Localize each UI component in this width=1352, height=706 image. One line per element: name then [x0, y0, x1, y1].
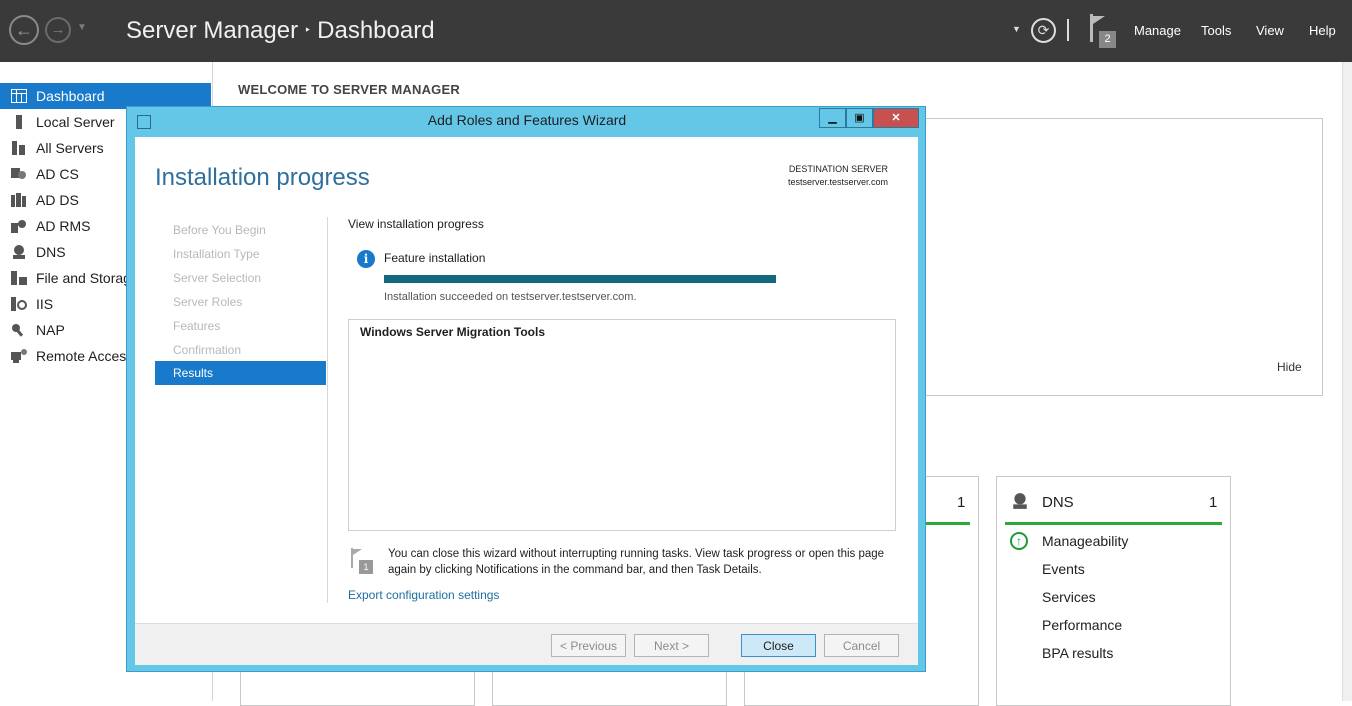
info-icon: i — [357, 250, 375, 268]
minimize-button[interactable]: ▁ — [819, 108, 846, 128]
nap-icon — [12, 324, 24, 337]
step-before-you-begin: Before You Begin — [173, 223, 266, 237]
sidebar-item-label: AD CS — [36, 166, 79, 182]
title-bar: ← → ▼ Server Manager ‣ Dashboard ▼ ⟳ 2 Man… — [0, 0, 1352, 62]
notification-badge: 1 — [359, 560, 373, 574]
destination-server-label: DESTINATION SERVER — [788, 164, 888, 174]
sidebar-item-label: All Servers — [36, 140, 104, 156]
dns-tile-title[interactable]: DNS — [1042, 494, 1074, 511]
results-list[interactable]: Windows Server Migration Tools — [348, 319, 896, 531]
welcome-panel — [924, 118, 1323, 396]
step-confirmation: Confirmation — [173, 343, 242, 357]
breadcrumb: Server Manager ‣ Dashboard — [126, 17, 435, 45]
forward-button[interactable]: → — [45, 17, 71, 43]
menu-manage[interactable]: Manage — [1134, 23, 1181, 38]
close-window-button[interactable]: ✕ — [873, 108, 919, 128]
sidebar-item-label: DNS — [36, 244, 66, 260]
sidebar-item-label: AD RMS — [36, 218, 91, 234]
sidebar-item-label: Remote Access — [36, 348, 134, 364]
progress-fill — [384, 275, 776, 283]
menu-view[interactable]: View — [1256, 23, 1284, 38]
toolbar-divider — [1067, 19, 1069, 41]
sidebar-item-label: AD DS — [36, 192, 79, 208]
destination-server-value: testserver.testserver.com — [787, 177, 888, 187]
wizard-heading: Installation progress — [155, 164, 370, 191]
tile-count: 1 — [957, 494, 966, 511]
installation-status: Installation succeeded on testserver.tes… — [384, 291, 637, 303]
maximize-button[interactable]: ▣ — [846, 108, 873, 128]
refresh-dropdown-icon[interactable]: ▼ — [1012, 24, 1021, 34]
close-wizard-note: You can close this wizard without interr… — [388, 548, 885, 576]
dns-tile-events[interactable]: Events — [1042, 561, 1085, 577]
remote-access-icon — [11, 349, 27, 363]
step-features: Features — [173, 319, 221, 333]
dns-tile-bpa-results[interactable]: BPA results — [1042, 645, 1113, 661]
menu-help[interactable]: Help — [1309, 23, 1336, 38]
server-icon — [16, 115, 22, 129]
step-server-selection: Server Selection — [173, 271, 262, 285]
ad-cs-icon — [11, 168, 26, 179]
next-button[interactable]: Next > — [634, 634, 709, 657]
minimize-icon: ▁ — [828, 112, 837, 124]
app-title: Server Manager — [126, 17, 299, 44]
step-installation-type: Installation Type — [173, 247, 260, 261]
history-dropdown-icon[interactable]: ▼ — [77, 22, 87, 33]
list-item: Windows Server Migration Tools — [360, 325, 546, 339]
arrow-right-icon: → — [50, 21, 66, 38]
notifications-button[interactable]: 2 — [1090, 14, 1120, 50]
dashboard-icon — [11, 89, 27, 103]
sidebar-item-label: IIS — [36, 296, 54, 312]
main-scrollbar[interactable] — [1342, 62, 1352, 701]
sidebar-item-label: NAP — [36, 322, 65, 338]
hide-link[interactable]: Hide — [1277, 360, 1302, 374]
tile-status-bar — [924, 522, 970, 525]
dns-tile-services[interactable]: Services — [1042, 589, 1096, 605]
iis-icon — [11, 297, 27, 311]
installation-progress-bar — [384, 275, 776, 283]
page-title: Dashboard — [317, 17, 435, 44]
step-server-roles: Server Roles — [173, 295, 243, 309]
dns-tile-manageability[interactable]: Manageability — [1042, 533, 1128, 549]
close-icon: ✕ — [891, 112, 901, 124]
wizard-body: Installation progress DESTINATION SERVER… — [135, 137, 918, 623]
dns-icon — [13, 245, 25, 259]
arrow-left-icon: ← — [15, 20, 33, 40]
wizard-dialog: Add Roles and Features Wizard ▁ ▣ ✕ Inst… — [126, 106, 926, 672]
dns-tile-status-bar — [1005, 522, 1222, 525]
back-button[interactable]: ← — [9, 15, 39, 45]
notification-badge: 2 — [1099, 31, 1116, 48]
cancel-button[interactable]: Cancel — [824, 634, 899, 657]
ad-ds-icon — [11, 193, 26, 207]
sidebar-item-label: Dashboard — [36, 88, 105, 104]
breadcrumb-separator: ‣ — [304, 23, 312, 37]
view-progress-label: View installation progress — [348, 217, 484, 231]
dns-tile-performance[interactable]: Performance — [1042, 617, 1122, 633]
sidebar-item-label: Local Server — [36, 114, 115, 130]
dns-tile[interactable] — [996, 476, 1231, 706]
servers-icon — [12, 141, 25, 155]
maximize-icon: ▣ — [854, 112, 865, 124]
refresh-button[interactable]: ⟳ — [1031, 18, 1056, 43]
step-divider — [327, 217, 328, 603]
close-button[interactable]: Close — [741, 634, 816, 657]
ad-rms-icon — [11, 220, 26, 233]
status-ok-icon: ↑ — [1010, 532, 1028, 550]
file-storage-icon — [11, 271, 27, 285]
feature-installation-label: Feature installation — [384, 251, 486, 265]
wizard-title: Add Roles and Features Wizard — [427, 112, 627, 128]
previous-button[interactable]: < Previous — [551, 634, 626, 657]
wizard-footer: < Previous Next > Close Cancel — [135, 623, 918, 665]
menu-tools[interactable]: Tools — [1201, 23, 1231, 38]
notification-flag-icon: 1 — [351, 548, 375, 574]
step-results[interactable]: Results — [155, 361, 326, 385]
refresh-icon: ⟳ — [1037, 22, 1050, 38]
dns-tile-icon — [1013, 493, 1027, 509]
dns-tile-count: 1 — [1209, 494, 1218, 511]
export-configuration-link[interactable]: Export configuration settings — [348, 588, 499, 602]
flag-cloth — [1093, 16, 1105, 32]
welcome-heading: WELCOME TO SERVER MANAGER — [238, 82, 460, 97]
